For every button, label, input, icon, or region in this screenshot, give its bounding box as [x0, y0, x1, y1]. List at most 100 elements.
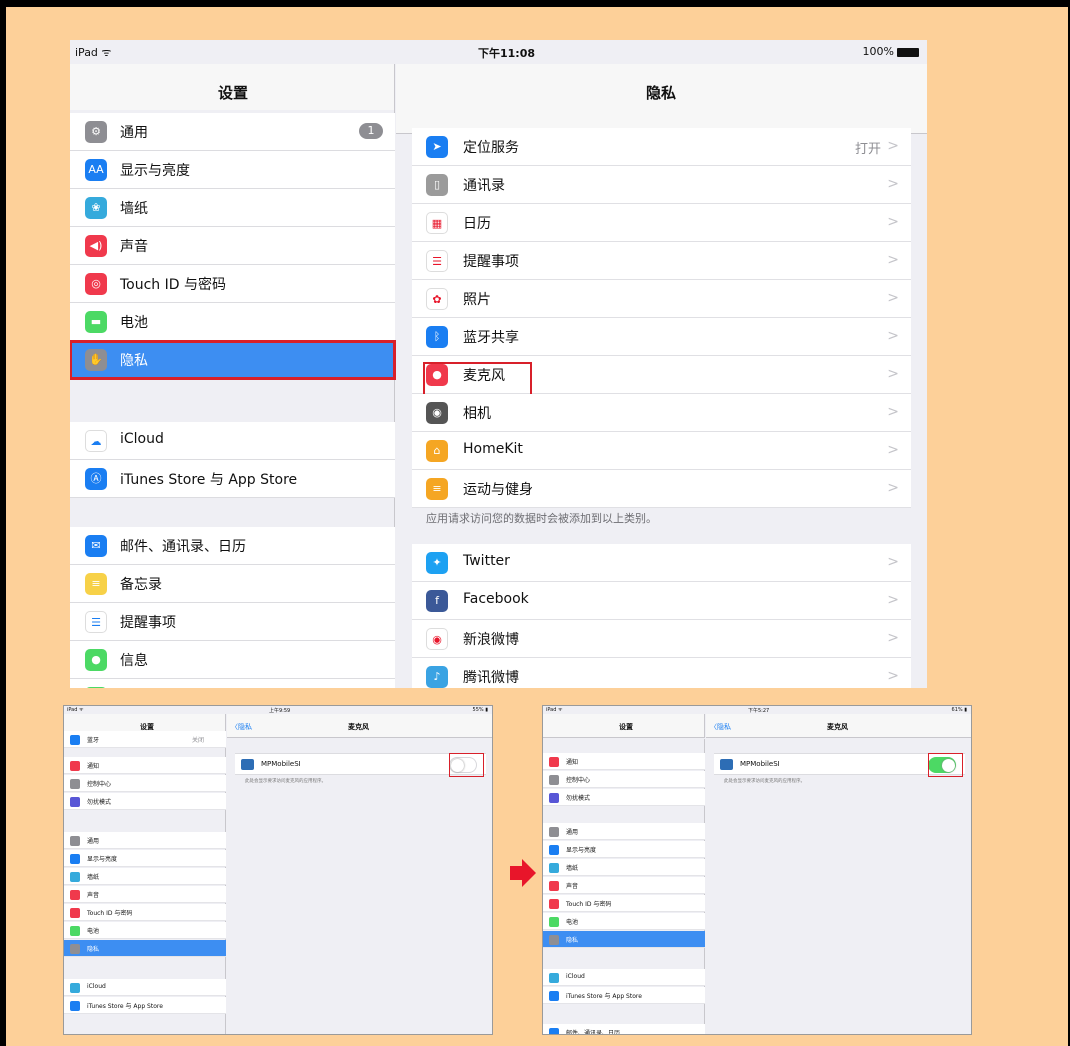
chevron-right-icon: >: [887, 480, 899, 496]
device-label: iPad ᯤ: [75, 46, 112, 59]
privacy-item-定位服务[interactable]: ➤ 定位服务 打开 >: [412, 128, 911, 166]
sidebar-item-电池[interactable]: ▬ 电池: [70, 303, 395, 341]
sidebar-item-icloud[interactable]: iCloud: [64, 979, 226, 996]
sidebar-item-电池[interactable]: 电池: [543, 913, 705, 930]
sidebar-item-itunes-store-与-app-store[interactable]: ⒶiTunes Store 与 App Store: [70, 460, 395, 498]
privacy-item-蓝牙共享[interactable]: ᛒ 蓝牙共享 >: [412, 318, 911, 356]
sidebar-icon: [70, 1001, 80, 1011]
sidebar-item-itunes-store-与-app-store[interactable]: iTunes Store 与 App Store: [64, 997, 226, 1014]
sidebar-item-隐私[interactable]: 隐私: [64, 940, 226, 957]
sidebar-item-label: 声音: [87, 892, 100, 899]
sidebar-item-itunes-store-与-app-store[interactable]: iTunes Store 与 App Store: [543, 987, 705, 1004]
social-item-facebook[interactable]: f Facebook >: [412, 582, 911, 620]
sidebar-item-touch-id-与密码[interactable]: ◎ Touch ID 与密码: [70, 265, 395, 303]
sidebar-item-备忘录[interactable]: ≡ 备忘录: [70, 565, 395, 603]
sidebar-item-通用[interactable]: ⚙ 通用 1: [70, 113, 395, 151]
sidebar-item-facetime[interactable]: ■FaceTime: [70, 679, 395, 688]
sidebar-item-label: 墙纸: [120, 201, 148, 217]
sidebar-item-label: iCloud: [566, 973, 585, 980]
back-button[interactable]: 〈隐私: [231, 722, 252, 732]
privacy-item-麦克风[interactable]: ● 麦克风 >: [412, 356, 911, 400]
sidebar-item-控制中心[interactable]: 控制中心: [543, 771, 705, 788]
sidebar-icon: [549, 917, 559, 927]
reminders-icon: ☰: [426, 250, 448, 272]
sidebar-item-label: 邮件、通讯录、日历: [120, 539, 246, 555]
chevron-right-icon: >: [887, 592, 899, 608]
back-button[interactable]: 〈隐私: [710, 722, 731, 732]
privacy-item-提醒事项[interactable]: ☰ 提醒事项 >: [412, 242, 911, 280]
sidebar-item-声音[interactable]: 声音: [64, 886, 226, 903]
sidebar-item-勿扰模式[interactable]: 勿扰模式: [543, 789, 705, 806]
bluetooth-icon: ᛒ: [426, 326, 448, 348]
tutorial-canvas: iPad ᯤ 下午11:08 100% 设置 隐私 ⚙ 通用 1 AA 显示与亮度 ❀ 墙纸…: [0, 0, 1070, 1046]
social-item-新浪微博[interactable]: ◉ 新浪微博 >: [412, 620, 911, 658]
sidebar-item-信息[interactable]: ● 信息: [70, 641, 395, 679]
sidebar-item-隐私[interactable]: 隐私: [543, 931, 705, 948]
sidebar-item-label: 显示与亮度: [566, 847, 597, 854]
sidebar-item-墙纸[interactable]: 墙纸: [543, 859, 705, 876]
sidebar-item-控制中心[interactable]: 控制中心: [64, 775, 226, 792]
sidebar-item-label: 勿扰模式: [87, 799, 112, 806]
text-size-icon: AA: [85, 159, 107, 181]
microphone-note: 此处会显示要求访问麦克风的应用程序。: [245, 779, 326, 784]
sidebar-item-label: 蓝牙: [87, 737, 100, 744]
privacy-item-运动与健身[interactable]: ≡ 运动与健身 >: [412, 470, 911, 508]
social-item-label: Twitter: [463, 553, 510, 569]
sidebar-item-声音[interactable]: ◀) 声音: [70, 227, 395, 265]
sidebar-item-通知[interactable]: 通知: [64, 757, 226, 774]
sidebar-item-声音[interactable]: 声音: [543, 877, 705, 894]
privacy-item-相机[interactable]: ◉ 相机 >: [412, 394, 911, 432]
microphone-after-screenshot: iPad ᯤ 下午5:27 61% ▮ 设置 〈隐私 麦克风 通知 控制中心 勿扰模式 通用 显示与…: [542, 705, 972, 1035]
notes-icon: ≡: [85, 573, 107, 595]
sidebar-item-通用[interactable]: 通用: [64, 832, 226, 849]
sidebar-item-墙纸[interactable]: 墙纸: [64, 868, 226, 885]
sidebar-icon: [70, 872, 80, 882]
microphone-note: 此处会显示要求访问麦克风的应用程序。: [724, 779, 805, 784]
weibo-icon: ◉: [426, 628, 448, 650]
status-time: 下午11:08: [478, 47, 536, 60]
device-label: iPad ᯤ: [67, 707, 84, 713]
privacy-item-照片[interactable]: ✿ 照片 >: [412, 280, 911, 318]
sidebar-item-墙纸[interactable]: ❀ 墙纸: [70, 189, 395, 227]
sidebar-item-显示与亮度[interactable]: AA 显示与亮度: [70, 151, 395, 189]
messages-icon: ●: [85, 649, 107, 671]
chevron-right-icon: >: [887, 442, 899, 458]
sidebar-item-隐私[interactable]: ✋ 隐私: [70, 340, 396, 380]
sidebar-item-显示与亮度[interactable]: 显示与亮度: [64, 850, 226, 867]
battery-indicator: 55% ▮: [472, 707, 488, 713]
sidebar-item-touch-id-与密码[interactable]: Touch ID 与密码: [543, 895, 705, 912]
sidebar-item-蓝牙[interactable]: 蓝牙 关闭: [64, 731, 226, 748]
gear-icon: ⚙: [85, 121, 107, 143]
sidebar-item-邮件-通讯录-日历[interactable]: 邮件、通讯录、日历: [543, 1024, 705, 1034]
microphone-title: 麦克风: [827, 723, 848, 731]
sidebar-item-label: 提醒事项: [120, 615, 176, 631]
privacy-item-label: 提醒事项: [463, 254, 519, 270]
sidebar-item-icloud[interactable]: ☁ iCloud: [70, 422, 395, 460]
sidebar-item-提醒事项[interactable]: ☰ 提醒事项: [70, 603, 395, 641]
sidebar-item-显示与亮度[interactable]: 显示与亮度: [543, 841, 705, 858]
social-item-腾讯微博[interactable]: ♪ 腾讯微博 >: [412, 658, 911, 688]
privacy-item-label: 蓝牙共享: [463, 330, 519, 346]
sidebar-item-icloud[interactable]: iCloud: [543, 969, 705, 986]
battery-icon: ▬: [85, 311, 107, 333]
battery-icon: [897, 47, 919, 57]
privacy-item-homekit[interactable]: ⌂ HomeKit >: [412, 432, 911, 470]
sidebar-item-邮件-通讯录-日历[interactable]: ✉ 邮件、通讯录、日历: [70, 527, 395, 565]
social-item-twitter[interactable]: ✦ Twitter >: [412, 544, 911, 582]
privacy-item-value: 打开: [854, 142, 881, 157]
sidebar-item-勿扰模式[interactable]: 勿扰模式: [64, 793, 226, 810]
twitter-icon: ✦: [426, 552, 448, 574]
app-row-mpmobilesi[interactable]: MPMobileSI: [235, 753, 486, 777]
sidebar-icon: [549, 845, 559, 855]
location-icon: ➤: [426, 136, 448, 158]
privacy-item-通讯录[interactable]: ▯ 通讯录 >: [412, 166, 911, 204]
sidebar-item-电池[interactable]: 电池: [64, 922, 226, 939]
sidebar-item-touch-id-与密码[interactable]: Touch ID 与密码: [64, 904, 226, 921]
sidebar-item-label: 通用: [120, 125, 148, 141]
privacy-item-日历[interactable]: ▦ 日历 >: [412, 204, 911, 242]
sidebar-item-通用[interactable]: 通用: [543, 823, 705, 840]
sidebar-item-通知[interactable]: 通知: [543, 753, 705, 770]
app-row-mpmobilesi[interactable]: MPMobileSI: [714, 753, 965, 777]
sidebar-item-label: 控制中心: [566, 777, 591, 784]
sidebar-icon: [70, 926, 80, 936]
